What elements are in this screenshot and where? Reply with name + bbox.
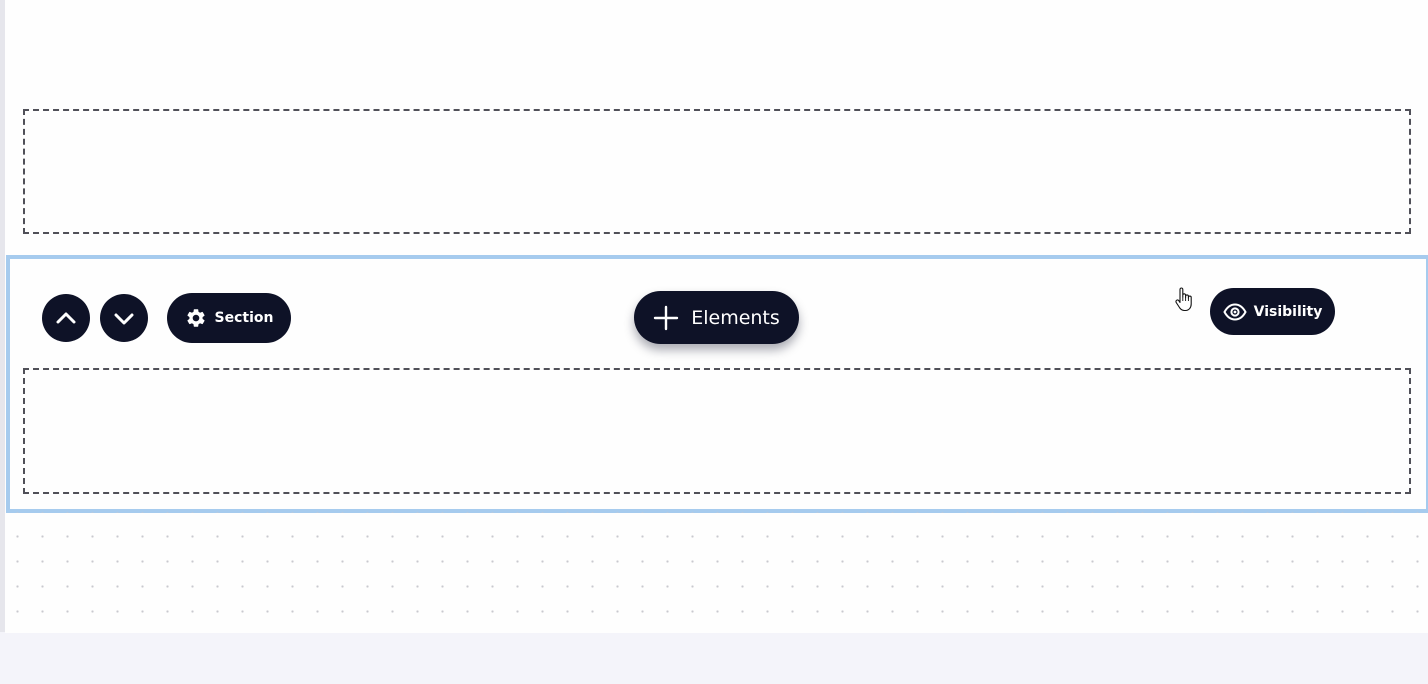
gear-icon — [185, 307, 207, 329]
move-section-up-button[interactable] — [42, 294, 90, 342]
add-elements-button[interactable]: Elements — [634, 291, 799, 344]
dotted-canvas-area — [5, 512, 1428, 633]
move-section-down-button[interactable] — [100, 294, 148, 342]
hand-pointer-cursor-icon — [1174, 287, 1194, 313]
visibility-button[interactable]: Visibility — [1210, 288, 1335, 335]
plus-icon — [653, 305, 679, 331]
top-section-drop-zone[interactable] — [23, 109, 1411, 234]
chevron-down-icon — [112, 306, 136, 330]
section-button-label: Section — [214, 310, 274, 326]
visibility-button-label: Visibility — [1253, 303, 1323, 320]
section-settings-button[interactable]: Section — [167, 293, 291, 343]
chevron-up-icon — [54, 306, 78, 330]
eye-icon — [1222, 302, 1247, 321]
section-content-drop-zone[interactable] — [23, 368, 1411, 494]
elements-button-label: Elements — [691, 306, 780, 329]
